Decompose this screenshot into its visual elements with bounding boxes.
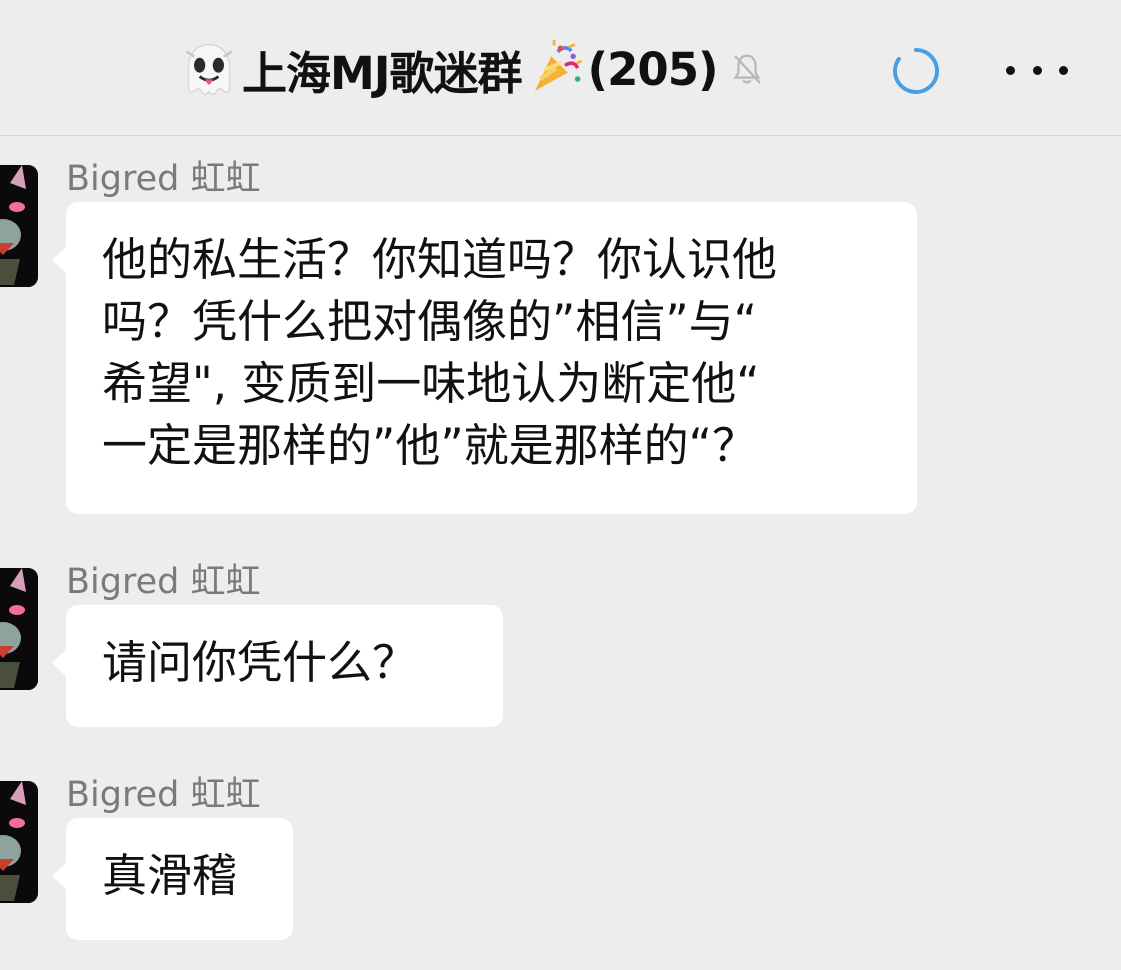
- more-dot-icon: [1032, 65, 1042, 75]
- sender-avatar[interactable]: [0, 165, 38, 287]
- message-text-line: 他的私生活？你知道吗？你认识他: [102, 233, 778, 286]
- message-text-line: 请问你凭什么？: [102, 636, 418, 689]
- message-sender: Bigred 虹虹: [66, 562, 261, 602]
- more-dot-icon: [1059, 65, 1068, 75]
- chat-header: 上海MJ歌迷群 (205): [0, 0, 1121, 136]
- message-bubble[interactable]: 他的私生活？你知道吗？你认识他 吗？凭什么把对偶像的”相信”与“ 希望", 变质…: [52, 202, 917, 514]
- chat-title: 上海MJ歌迷群: [242, 46, 523, 100]
- message-bubble[interactable]: 真滑稽: [52, 818, 293, 940]
- bell-slash-icon: [726, 48, 768, 90]
- ghost-with-tongue-icon: [176, 36, 242, 102]
- more-options-button[interactable]: [1006, 50, 1068, 90]
- chat-title-group[interactable]: 上海MJ歌迷群 (205): [176, 36, 768, 102]
- message-sender: Bigred 虹虹: [66, 159, 261, 199]
- loading-spinner-icon: [891, 46, 941, 96]
- message-text-line: 希望", 变质到一味地认为断定他“: [102, 357, 760, 410]
- message-sender: Bigred 虹虹: [66, 775, 261, 815]
- sender-avatar[interactable]: [0, 568, 38, 690]
- member-count: (205): [587, 42, 719, 96]
- more-dot-icon: [1006, 65, 1015, 75]
- sender-avatar[interactable]: [0, 781, 38, 903]
- message-text-line: 真滑稽: [102, 849, 238, 902]
- message-bubble[interactable]: 请问你凭什么？: [52, 605, 503, 727]
- message-text-line: 吗？凭什么把对偶像的”相信”与“: [102, 295, 757, 348]
- message-text-line: 一定是那样的”他”就是那样的“？: [102, 419, 757, 472]
- party-popper-icon: [522, 36, 588, 102]
